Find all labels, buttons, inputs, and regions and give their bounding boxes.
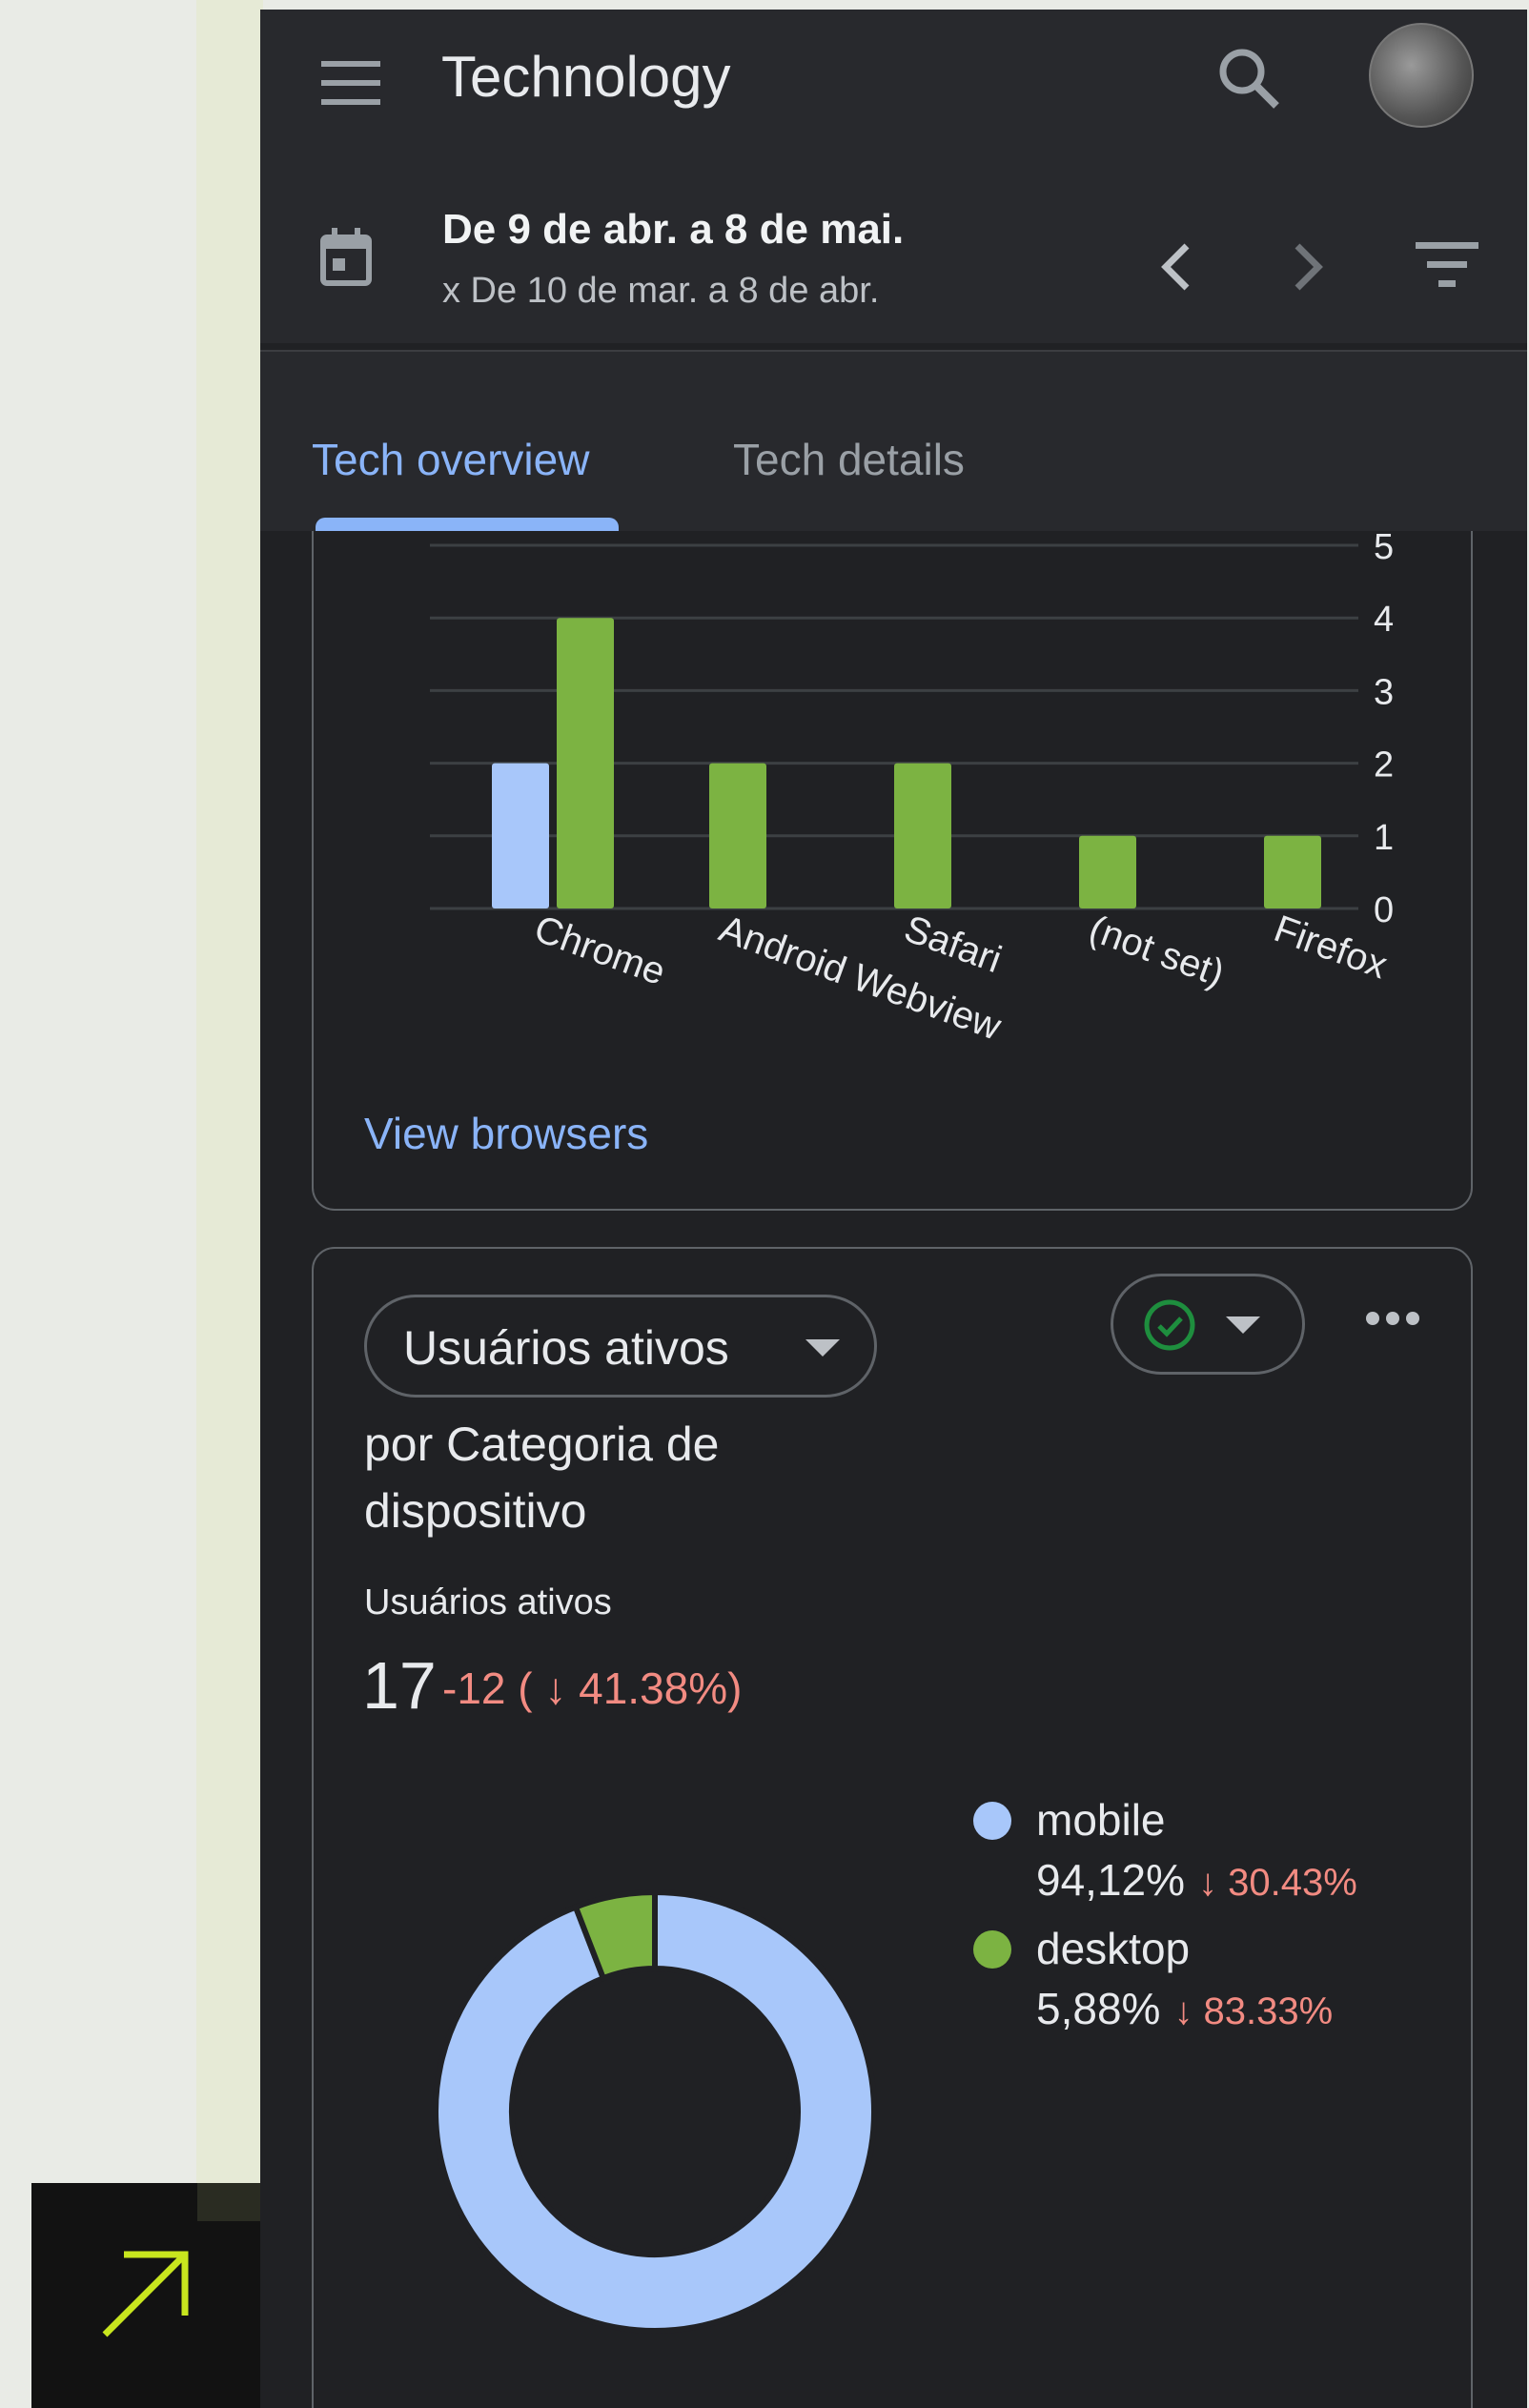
- legend-delta-desktop: ↓ 83.33%: [1173, 1990, 1334, 2032]
- browsers-bar-chart: 012345Chrome Android WebviewSafari (not se…: [430, 527, 1394, 1049]
- x-tick-label: (not set): [1084, 908, 1230, 995]
- legend-dot-mobile: [973, 1802, 1011, 1840]
- dimension-label: por Categoria de dispositivo: [364, 1418, 720, 1538]
- y-tick-label: 3: [1374, 672, 1394, 712]
- metric-selector-dropdown[interactable]: Usuários ativos: [364, 1295, 877, 1398]
- comparison-toggle[interactable]: [1111, 1274, 1305, 1375]
- x-tick-label: Safari: [899, 908, 1007, 981]
- tab-tech-overview[interactable]: Tech overview: [312, 434, 589, 485]
- bar[interactable]: [557, 618, 614, 908]
- bar[interactable]: [894, 763, 951, 908]
- legend-share-desktop: 5,88%: [1036, 1984, 1161, 2033]
- tab-tech-details[interactable]: Tech details: [733, 434, 965, 485]
- bar[interactable]: [709, 763, 766, 908]
- arrow-up-right-icon[interactable]: [95, 2245, 194, 2344]
- legend-share-mobile: 94,12%: [1036, 1855, 1186, 1905]
- check-circle-icon: [1144, 1299, 1195, 1351]
- legend-value-mobile: 94,12% ↓ 30.43%: [1036, 1854, 1357, 1906]
- metric-name: Usuários ativos: [364, 1582, 612, 1622]
- y-tick-label: 0: [1374, 890, 1394, 930]
- metric-selector-label: Usuários ativos: [403, 1321, 729, 1375]
- metric-value: 17: [362, 1648, 437, 1723]
- background-panel: [196, 0, 263, 2408]
- x-tick-label: Chrome: [529, 908, 671, 993]
- caret-down-icon: [805, 1339, 840, 1357]
- metric-delta: -12 ( ↓ 41.38%): [442, 1663, 743, 1713]
- y-tick-label: 2: [1374, 745, 1394, 786]
- y-tick-label: 5: [1374, 527, 1394, 567]
- legend-name-desktop: desktop: [1036, 1924, 1191, 1973]
- caret-down-icon: [1226, 1316, 1260, 1334]
- corner-tab: [197, 2183, 260, 2221]
- bar[interactable]: [1264, 835, 1321, 908]
- y-tick-label: 1: [1374, 818, 1394, 858]
- legend-name-mobile: mobile: [1036, 1795, 1166, 1845]
- view-browsers-link[interactable]: View browsers: [364, 1108, 648, 1159]
- bar[interactable]: [1079, 835, 1136, 908]
- legend-value-desktop: 5,88% ↓ 83.33%: [1036, 1983, 1333, 2034]
- app-screen: Technology De 9 de abr. a 8 de mai. x De…: [260, 10, 1527, 2408]
- more-horiz-icon[interactable]: [1365, 1309, 1420, 1328]
- active-tab-indicator: [316, 518, 619, 531]
- legend-dot-desktop: [973, 1930, 1011, 1969]
- bar[interactable]: [492, 763, 549, 908]
- device-donut-chart: [433, 1888, 877, 2334]
- tab-bar: Tech overview Tech details: [260, 352, 1527, 531]
- y-tick-label: 4: [1374, 600, 1394, 640]
- legend-delta-mobile: ↓ 30.43%: [1198, 1862, 1357, 1904]
